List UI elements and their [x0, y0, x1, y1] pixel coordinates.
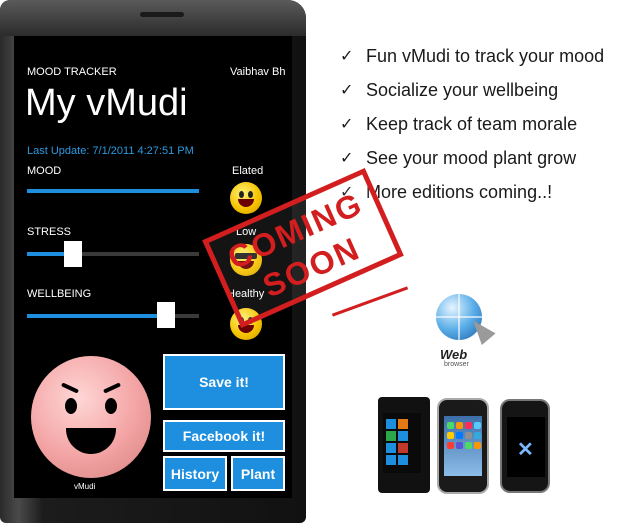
section-title: MOOD TRACKER	[27, 66, 117, 78]
check-icon: ✓	[340, 80, 354, 99]
wellbeing-slider-thumb[interactable]	[157, 302, 176, 328]
windows-phone-image	[378, 397, 430, 493]
mood-avatar	[31, 356, 151, 478]
plant-button[interactable]: Plant	[231, 456, 285, 491]
mood-level: Elated	[232, 165, 264, 177]
stress-label: STRESS	[27, 226, 72, 238]
check-icon: ✓	[340, 46, 354, 65]
check-icon: ✓	[340, 148, 354, 167]
mood-slider-fill	[27, 189, 199, 193]
page-title: My vMudi	[25, 82, 188, 124]
mood-label: MOOD	[27, 165, 62, 177]
iphone-image	[437, 398, 489, 494]
web-label: Web	[440, 347, 468, 362]
stamp-stroke	[331, 286, 409, 317]
history-button[interactable]: History	[163, 456, 227, 491]
browser-label: browser	[444, 361, 469, 368]
phone-top-bezel	[0, 0, 306, 36]
wellbeing-label: WELLBEING	[27, 288, 92, 300]
android-phone-image: ✕	[500, 399, 550, 493]
phone-speaker	[140, 12, 184, 17]
last-update: Last Update: 7/1/2011 4:27:51 PM	[27, 145, 194, 157]
facebook-button[interactable]: Facebook it!	[163, 420, 285, 452]
avatar-caption: vMudi	[74, 482, 96, 491]
wellbeing-slider-fill	[27, 314, 167, 318]
save-button[interactable]: Save it!	[163, 354, 285, 410]
mood-slider[interactable]	[27, 189, 199, 193]
stress-slider[interactable]	[27, 252, 199, 256]
user-name: Vaibhav Bh	[230, 66, 286, 78]
stress-slider-thumb[interactable]	[64, 241, 83, 267]
check-icon: ✓	[340, 114, 354, 133]
elated-smiley-icon	[230, 182, 262, 214]
